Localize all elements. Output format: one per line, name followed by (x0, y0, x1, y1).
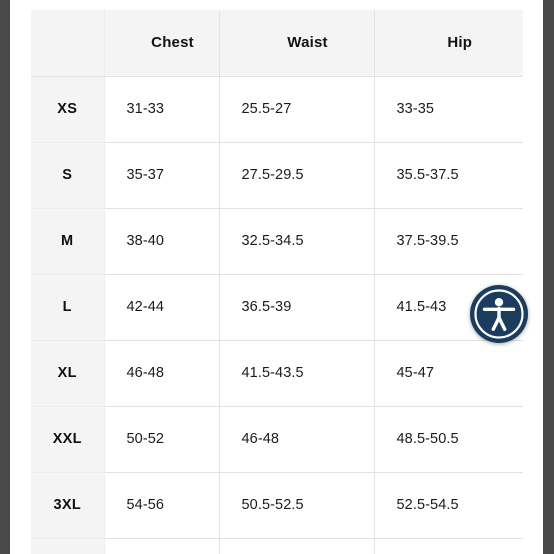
cell-chest: 54-56 (104, 472, 220, 539)
cell-chest: 58-60 (104, 538, 220, 554)
cell-size: 3XL (31, 472, 105, 539)
accessibility-widget-button[interactable] (470, 285, 528, 343)
table-body: XS 31-33 25.5-27 33-35 S 35-37 27.5-29.5… (31, 76, 523, 554)
screenshot-viewport: Chest Waist Hip XS 31-33 25.5-27 33-35 S… (0, 0, 554, 554)
page-content: Chest Waist Hip XS 31-33 25.5-27 33-35 S… (10, 0, 543, 554)
page-gutter-right (543, 0, 554, 554)
page-gutter-left (0, 0, 10, 554)
cell-chest: 46-48 (104, 340, 220, 407)
size-chart-table: Chest Waist Hip XS 31-33 25.5-27 33-35 S… (31, 10, 523, 554)
cell-chest: 42-44 (104, 274, 220, 341)
table-row: M 38-40 32.5-34.5 37.5-39.5 (31, 208, 523, 275)
table-header: Chest Waist Hip (31, 10, 523, 77)
cell-waist: 36.5-39 (219, 274, 375, 341)
cell-size: L (31, 274, 105, 341)
cell-size: S (31, 142, 105, 209)
cell-hip: 45-47 (374, 340, 523, 407)
cell-hip: 48.5-50.5 (374, 406, 523, 473)
table-row: L 42-44 36.5-39 41.5-43 (31, 274, 523, 341)
cell-waist: 27.5-29.5 (219, 142, 375, 209)
cell-hip: 37.5-39.5 (374, 208, 523, 275)
cell-waist: 46-48 (219, 406, 375, 473)
column-header-size (31, 10, 105, 77)
cell-waist: 25.5-27 (219, 76, 375, 143)
cell-waist: 50.5-52.5 (219, 472, 375, 539)
table-row: S 35-37 27.5-29.5 35.5-37.5 (31, 142, 523, 209)
table-header-row: Chest Waist Hip (31, 10, 523, 77)
cell-waist: 41.5-43.5 (219, 340, 375, 407)
cell-chest: 50-52 (104, 406, 220, 473)
cell-hip: 58.5-60.5 (374, 538, 523, 554)
cell-size: XL (31, 340, 105, 407)
table-row: XS 31-33 25.5-27 33-35 (31, 76, 523, 143)
cell-waist: 55-57 (219, 538, 375, 554)
cell-hip: 33-35 (374, 76, 523, 143)
table-row: 4XL 58-60 55-57 58.5-60.5 (31, 538, 523, 554)
column-header-chest: Chest (104, 10, 220, 77)
cell-size: M (31, 208, 105, 275)
cell-chest: 35-37 (104, 142, 220, 209)
table-row: XXL 50-52 46-48 48.5-50.5 (31, 406, 523, 473)
cell-size: XS (31, 76, 105, 143)
table-row: XL 46-48 41.5-43.5 45-47 (31, 340, 523, 407)
table-row: 3XL 54-56 50.5-52.5 52.5-54.5 (31, 472, 523, 539)
cell-hip: 52.5-54.5 (374, 472, 523, 539)
cell-size: 4XL (31, 538, 105, 554)
cell-hip: 35.5-37.5 (374, 142, 523, 209)
accessibility-person-icon (471, 286, 527, 342)
cell-waist: 32.5-34.5 (219, 208, 375, 275)
cell-size: XXL (31, 406, 105, 473)
column-header-hip: Hip (374, 10, 523, 77)
cell-chest: 31-33 (104, 76, 220, 143)
cell-chest: 38-40 (104, 208, 220, 275)
column-header-waist: Waist (219, 10, 375, 77)
